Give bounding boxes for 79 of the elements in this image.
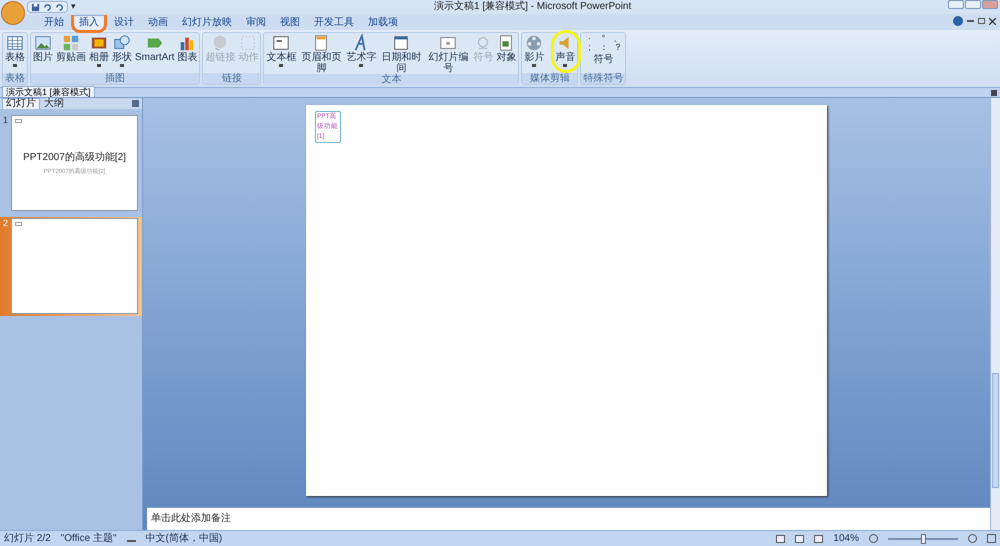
symbol-button[interactable]: ;	[585, 43, 594, 52]
slide-show-icon[interactable]	[814, 534, 824, 542]
ribbon-button[interactable]: 表格	[4, 33, 26, 67]
theme-name: "Office 主题"	[60, 532, 117, 546]
group-label: 链接	[203, 73, 260, 84]
ribbon-tab[interactable]: 插入	[72, 15, 106, 30]
fit-to-window-icon[interactable]	[987, 534, 996, 543]
maximize-button[interactable]	[965, 0, 981, 9]
dashed-square-icon	[239, 34, 258, 52]
save-icon[interactable]	[31, 2, 40, 12]
symbol-button[interactable]: ：	[599, 43, 608, 52]
ribbon-tab[interactable]: 加载项	[362, 15, 404, 30]
minimize-button[interactable]	[948, 0, 964, 9]
zoom-in-icon[interactable]	[968, 534, 977, 543]
symbol-button[interactable]: ？	[613, 43, 622, 52]
panel-tab[interactable]: 幻灯片	[2, 98, 40, 109]
ribbon-button[interactable]: 对象	[495, 33, 518, 63]
ribbon-button[interactable]: 日期和时间	[378, 33, 424, 74]
slide-counter: 幻灯片 2/2	[4, 532, 51, 546]
placeholder-icon	[15, 222, 22, 226]
ribbon-button[interactable]: 文本框	[265, 33, 298, 67]
ribbon-button[interactable]: 艺术字	[345, 33, 378, 67]
ribbon-button[interactable]: 影片	[523, 33, 546, 67]
group-label: 媒体剪辑	[522, 73, 578, 84]
symbol-menu-button[interactable]: 符号	[585, 54, 622, 65]
normal-view-icon[interactable]	[776, 534, 786, 542]
slide-sorter-icon[interactable]	[795, 534, 804, 542]
help-icon[interactable]	[953, 16, 963, 26]
ribbon-button[interactable]: 剪贴画	[55, 33, 87, 63]
redo-icon[interactable]	[55, 2, 64, 12]
ribbon-tab[interactable]: 审阅	[240, 15, 272, 30]
slide-icon	[439, 34, 458, 52]
vertical-scrollbar[interactable]	[990, 98, 1000, 530]
ribbon-button[interactable]: 页眉和页脚	[298, 33, 344, 74]
group-label: 文本	[264, 74, 518, 85]
zoom-out-icon[interactable]	[869, 534, 878, 543]
restore-icon[interactable]	[978, 18, 985, 24]
symbol-button[interactable]: ·	[585, 34, 594, 43]
notes-field[interactable]: 单击此处添加备注	[147, 507, 990, 530]
zoom-slider-thumb[interactable]	[921, 534, 926, 544]
slide-title: PPT2007的高级功能[2]	[23, 150, 126, 164]
calendar-icon	[392, 34, 410, 52]
group-label: 表格	[3, 73, 27, 84]
text-box-icon	[272, 34, 290, 52]
ribbon-tab[interactable]: 开始	[38, 15, 70, 30]
undo-icon[interactable]	[43, 2, 52, 12]
language-status: 中文(简体，中国)	[146, 532, 222, 546]
picture-icon	[34, 34, 52, 52]
document-tab[interactable]: 演示文稿1 [兼容模式]	[2, 86, 95, 97]
ribbon-tab[interactable]: 动画	[142, 15, 174, 30]
ribbon-tab[interactable]: 设计	[108, 15, 140, 30]
zoom-level: 104%	[833, 532, 859, 546]
globe-icon	[211, 34, 230, 52]
table-icon	[6, 34, 24, 52]
ribbon-button[interactable]: 图片	[32, 33, 54, 63]
ribbon-tab[interactable]: 开发工具	[308, 15, 360, 30]
shapes-icon	[113, 34, 131, 52]
clipart-icon	[62, 34, 80, 52]
symbol-button[interactable]: 、	[613, 34, 622, 43]
ribbon-button[interactable]: 相册	[88, 33, 110, 67]
ribbon-tab[interactable]: 视图	[274, 15, 306, 30]
customize-toolbar-button[interactable]: ▾	[71, 0, 76, 14]
slide-number: 2	[2, 217, 9, 230]
office-button[interactable]	[1, 1, 25, 25]
window-title: 演示文稿1 [兼容模式] - Microsoft PowerPoint	[434, 1, 632, 13]
ribbon-button[interactable]: 形状	[111, 33, 133, 67]
ribbon-button[interactable]: 幻灯片编号	[425, 33, 472, 74]
ribbon-button[interactable]: SmartArt	[134, 33, 176, 63]
scrollbar-thumb[interactable]	[992, 373, 999, 488]
ribbon-tab[interactable]: 幻灯片放映	[176, 15, 238, 30]
placeholder-icon	[15, 119, 22, 123]
group-label: 插图	[31, 73, 200, 84]
slide-number: 1	[2, 114, 9, 127]
group-label: 特殊符号	[581, 73, 626, 84]
panel-tab[interactable]: 大纲	[41, 99, 67, 109]
ribbon-button[interactable]: 声音	[554, 33, 576, 67]
ribbon-button[interactable]: 图表	[176, 33, 198, 63]
close-icon[interactable]	[989, 18, 996, 24]
symbol-button[interactable]: °	[599, 34, 608, 43]
